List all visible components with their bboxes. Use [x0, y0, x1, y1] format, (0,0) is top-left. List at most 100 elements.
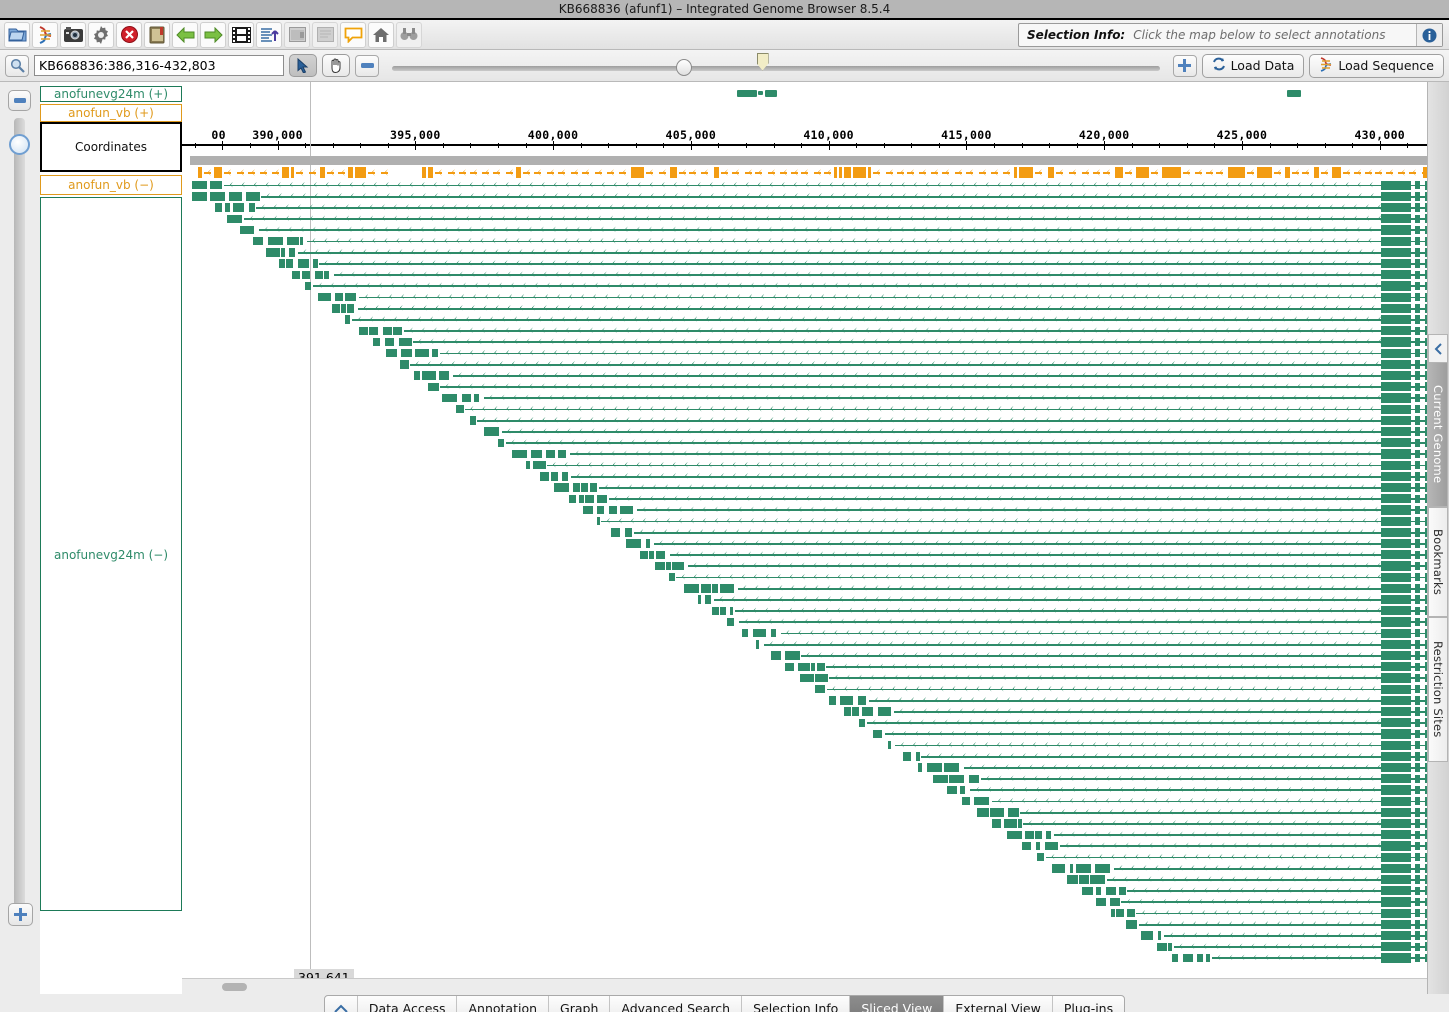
feature-exon[interactable] — [800, 673, 814, 683]
feature-exon[interactable] — [1381, 628, 1411, 638]
feature-exon[interactable] — [814, 685, 825, 694]
feature-exon[interactable] — [469, 416, 476, 425]
feature-exon[interactable] — [770, 629, 776, 638]
feature-exon[interactable] — [554, 483, 570, 492]
feature-exon[interactable] — [1381, 225, 1411, 235]
feature-exon[interactable] — [1381, 449, 1411, 459]
zoom-in-button[interactable] — [1172, 54, 1197, 77]
feature-exon[interactable] — [625, 528, 633, 537]
feature-exon[interactable] — [656, 550, 666, 559]
feature-exon[interactable] — [853, 167, 866, 178]
feature-exon[interactable] — [368, 326, 378, 335]
track-label-anofun-vb-minus[interactable]: anofun_vb (−) — [40, 175, 182, 195]
feature-exon[interactable] — [1381, 729, 1411, 739]
feature-exon[interactable] — [700, 584, 711, 593]
feature-exon[interactable] — [590, 483, 598, 492]
feature-exon[interactable] — [1381, 617, 1411, 627]
feature-exon[interactable] — [977, 808, 990, 817]
feature-exon[interactable] — [545, 449, 555, 459]
feature-exon[interactable] — [291, 270, 300, 279]
feature-exon[interactable] — [584, 494, 594, 503]
feature-exon[interactable] — [1381, 897, 1411, 907]
feature-exon[interactable] — [1075, 864, 1091, 873]
feature-exon[interactable] — [1136, 167, 1149, 178]
feature-exon[interactable] — [1381, 247, 1411, 257]
feature-exon[interactable] — [1381, 841, 1411, 851]
feature-exon[interactable] — [1381, 684, 1411, 694]
feature-exon[interactable] — [372, 337, 380, 347]
forward-arrow-icon[interactable] — [200, 21, 226, 48]
feature-exon[interactable] — [1381, 595, 1411, 605]
feature-exon[interactable] — [932, 774, 948, 783]
anofun-vb-feature-track[interactable] — [190, 166, 1449, 178]
feature-exon[interactable] — [917, 763, 922, 772]
feature-exon[interactable] — [483, 427, 499, 436]
feature-exon[interactable] — [358, 326, 368, 335]
feature-exon[interactable] — [829, 696, 837, 705]
feature-exon[interactable] — [817, 662, 826, 671]
feature-exon[interactable] — [1381, 337, 1411, 347]
feature-exon[interactable] — [669, 573, 676, 582]
feature-exon[interactable] — [1381, 371, 1411, 381]
feature-exon[interactable] — [868, 167, 871, 178]
feature-exon[interactable] — [562, 472, 569, 481]
feature-exon[interactable] — [815, 673, 828, 683]
feature-exon[interactable] — [844, 707, 852, 716]
vertical-zoom-track[interactable] — [14, 118, 25, 920]
feature-exon[interactable] — [1035, 841, 1040, 851]
feature-exon[interactable] — [415, 349, 430, 358]
feature-exon[interactable] — [265, 248, 280, 257]
feature-exon[interactable] — [355, 167, 366, 178]
feature-exon[interactable] — [597, 517, 601, 526]
vertical-zoom-thumb[interactable] — [9, 134, 30, 155]
feature-exon[interactable] — [286, 237, 299, 246]
feature-exon[interactable] — [1381, 348, 1411, 358]
feature-exon[interactable] — [720, 606, 727, 615]
feature-exon[interactable] — [1381, 695, 1411, 705]
feature-exon[interactable] — [1141, 931, 1154, 940]
feature-exon[interactable] — [1381, 819, 1411, 829]
feature-exon[interactable] — [210, 192, 225, 201]
feature-exon[interactable] — [1034, 830, 1042, 839]
feature-exon[interactable] — [1381, 393, 1411, 403]
coordinate-ruler[interactable]: 00 390,000 395,000 400,000 405,000 410,000 415… — [182, 122, 1449, 154]
feature-exon[interactable] — [1257, 167, 1272, 178]
feature-exon[interactable] — [608, 505, 617, 515]
feature-exon[interactable] — [1024, 830, 1034, 839]
feature-exon[interactable] — [340, 304, 346, 313]
load-data-button[interactable]: Load Data — [1201, 53, 1305, 78]
search-icon[interactable] — [5, 54, 29, 77]
feature-exon[interactable] — [532, 461, 546, 470]
feature-exon[interactable] — [839, 167, 842, 178]
feature-exon[interactable] — [392, 326, 402, 335]
feature-exon[interactable] — [400, 360, 410, 369]
feature-exon[interactable] — [1381, 852, 1411, 862]
feature-exon[interactable] — [756, 640, 760, 649]
feature-exon[interactable] — [1381, 236, 1411, 246]
load-sequence-button[interactable]: Load Sequence — [1309, 53, 1444, 78]
feature-exon[interactable] — [1095, 886, 1101, 895]
feature-exon[interactable] — [1081, 886, 1093, 895]
feature-exon[interactable] — [878, 707, 892, 716]
feature-exon[interactable] — [943, 763, 959, 772]
feature-exon[interactable] — [1381, 292, 1411, 302]
feature-exon[interactable] — [1381, 561, 1411, 571]
search-input[interactable] — [34, 55, 284, 76]
feature-exon[interactable] — [730, 606, 734, 615]
zoom-slider-thumb[interactable] — [675, 58, 692, 76]
feature-exon[interactable] — [1381, 875, 1411, 885]
feature-exon[interactable] — [461, 393, 471, 403]
feature-exon[interactable] — [596, 494, 607, 503]
feature-exon[interactable] — [1381, 673, 1411, 683]
feature-exon[interactable] — [785, 662, 795, 671]
feature-exon[interactable] — [1381, 550, 1411, 560]
feature-exon[interactable] — [320, 167, 325, 178]
feature-exon[interactable] — [1105, 886, 1116, 895]
feature-exon[interactable] — [428, 167, 433, 178]
feature-exon[interactable] — [282, 167, 289, 178]
feature-exon[interactable] — [582, 505, 593, 515]
feature-exon[interactable] — [398, 337, 412, 347]
feature-exon[interactable] — [1381, 494, 1411, 504]
feature-exon[interactable] — [711, 584, 718, 593]
feature-exon[interactable] — [1381, 785, 1411, 795]
